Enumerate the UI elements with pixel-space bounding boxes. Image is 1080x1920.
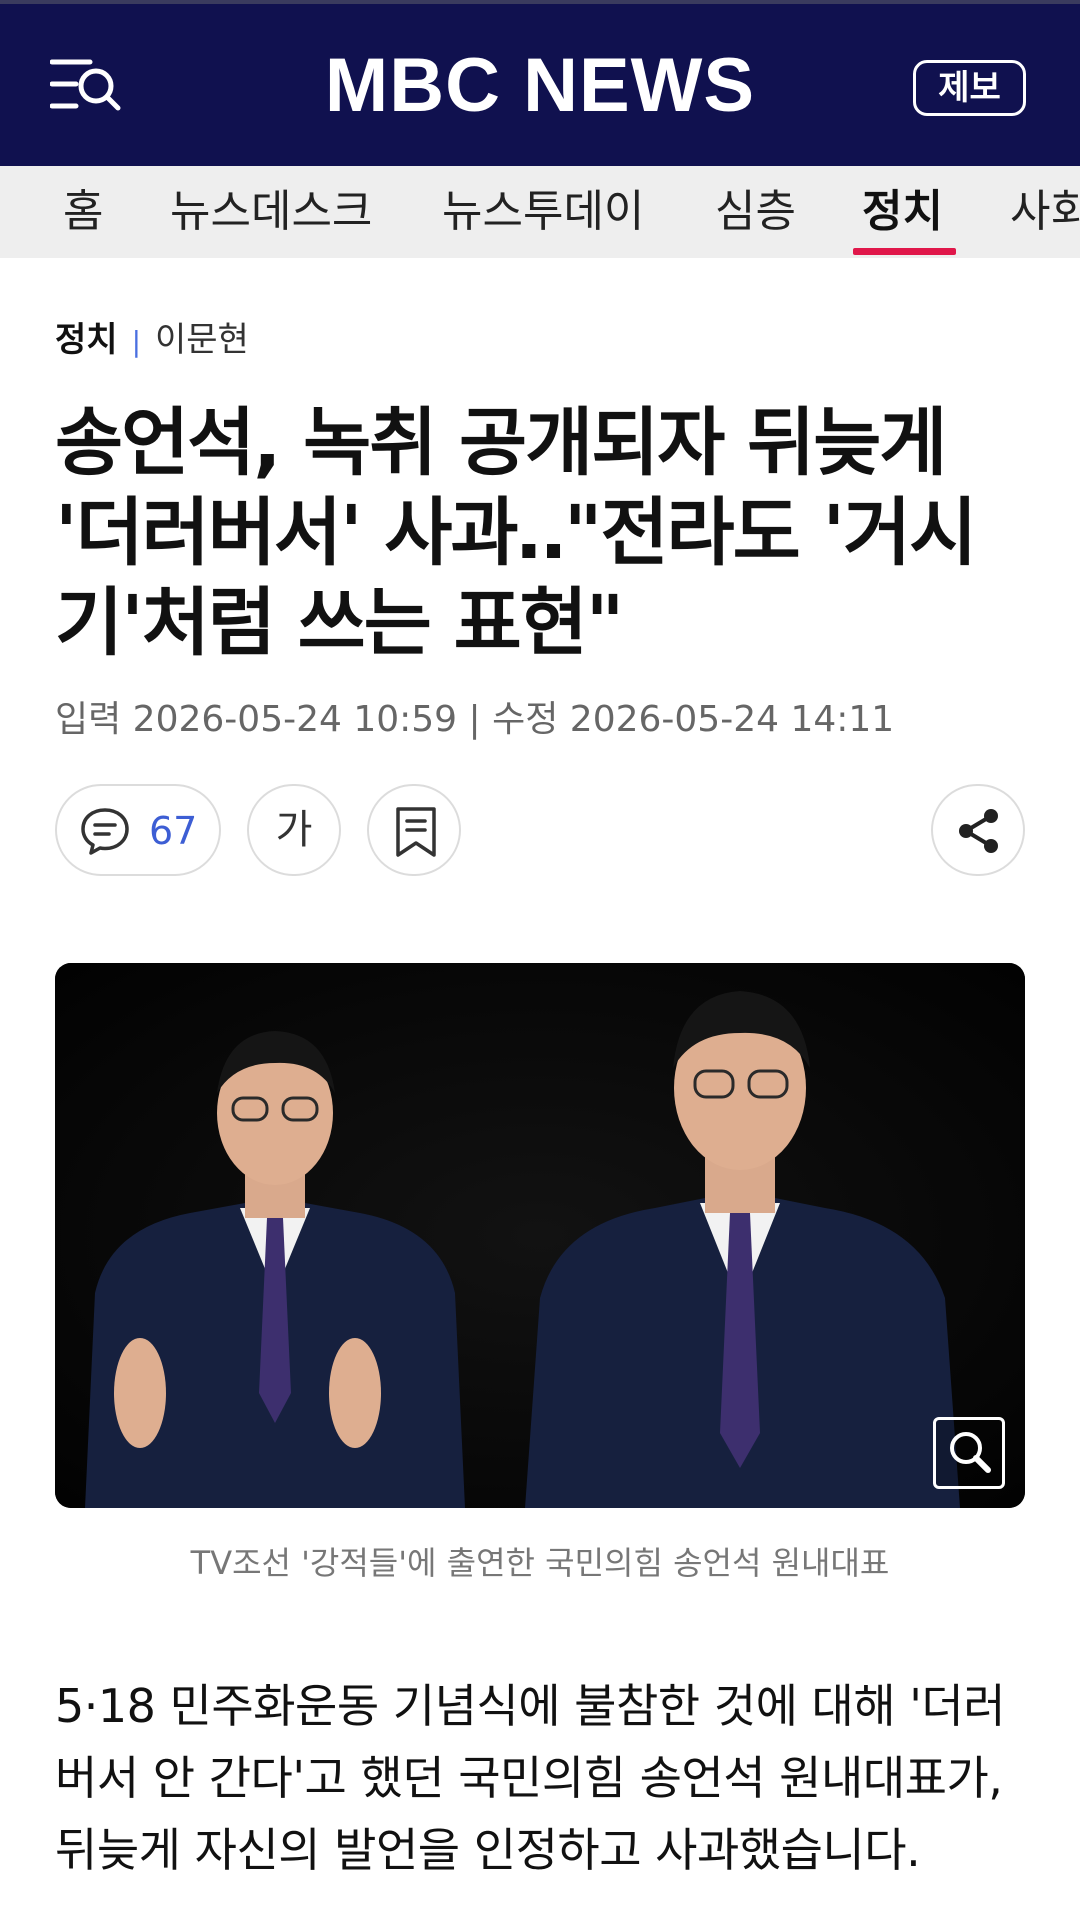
divider: | (131, 325, 141, 358)
comment-button[interactable]: 67 (55, 784, 221, 876)
article-headline: 송언석, 녹취 공개되자 뒤늦게 '더러버서' 사과‥"전라도 '거시기'처럼 … (55, 400, 977, 666)
report-button[interactable]: 제보 (913, 60, 1026, 116)
bookmark-button[interactable] (367, 784, 461, 876)
font-size-label: 가 (275, 807, 313, 853)
comment-count: 67 (149, 809, 198, 853)
article-body: 5·18 민주화운동 기념식에 불참한 것에 대해 '더러버서 안 간다'고 했… (55, 1679, 1006, 1877)
bookmark-icon (396, 807, 436, 857)
article-photo[interactable] (55, 963, 1025, 1508)
comment-icon (81, 808, 129, 855)
header-bar: MBC NEWS 제보 (0, 0, 1080, 166)
nav-item-newsdesk[interactable]: 뉴스데스크 (170, 166, 372, 258)
nav-item-politics[interactable]: 정치 (862, 166, 943, 258)
share-button[interactable] (931, 784, 1025, 876)
share-icon (959, 809, 998, 853)
nav-item-newstoday[interactable]: 뉴스투데이 (442, 166, 644, 258)
active-tab-indicator (853, 248, 956, 255)
article-meta: 정치 | 이문현 (55, 315, 249, 367)
category-nav: 홈 뉴스데스크 뉴스투데이 심층 정치 사회 (0, 166, 1080, 258)
section-label[interactable]: 정치 (55, 320, 118, 360)
font-size-button[interactable]: 가 (247, 784, 341, 876)
photo-image (55, 963, 1025, 1508)
nav-item-society[interactable]: 사회 (1010, 166, 1080, 258)
nav-item-home[interactable]: 홈 (63, 166, 103, 258)
zoom-icon[interactable] (933, 1417, 1005, 1489)
author-name[interactable]: 이문현 (155, 320, 249, 360)
article-dates: 입력 2026-05-24 10:59 | 수정 2026-05-24 14:1… (55, 699, 895, 740)
nav-item-indepth[interactable]: 심층 (715, 166, 796, 258)
photo-caption: TV조선 '강적들'에 출연한 국민의힘 송언석 원내대표 (190, 1544, 890, 1582)
